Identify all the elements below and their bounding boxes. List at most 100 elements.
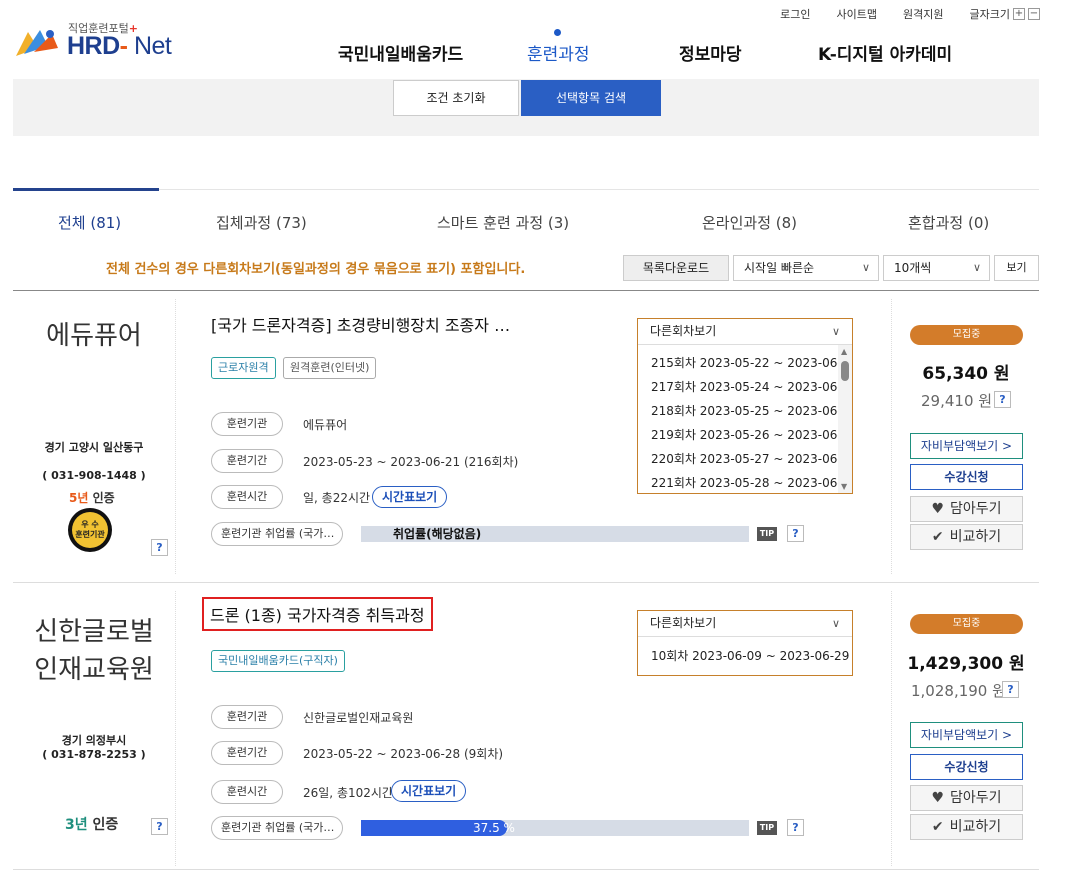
scroll-down-icon[interactable]: ▼ (841, 482, 847, 491)
institution-address: 경기 의정부시 (61, 734, 127, 747)
label-institution: 훈련기관 (211, 412, 283, 436)
value-period: 2023-05-23 ~ 2023-06-21 (216회차) (303, 455, 519, 469)
status-badge: 모집중 (910, 325, 1023, 345)
help-button[interactable]: ? (151, 539, 168, 556)
value-period: 2023-05-22 ~ 2023-06-28 (9회차) (303, 747, 504, 761)
help-button[interactable]: ? (1002, 681, 1019, 698)
nav-item-k-digital[interactable]: K-디지털 아카데미 (818, 40, 952, 65)
round-item[interactable]: 10회차 2023-06-09 ~ 2023-06-29 (638, 644, 852, 668)
tip-badge[interactable]: TIP (757, 821, 777, 835)
tab-all[interactable]: 전체 (81) (58, 212, 121, 233)
apply-button[interactable]: 수강신청 (910, 754, 1023, 780)
nav-item-card[interactable]: 국민내일배움카드 (338, 40, 463, 65)
employment-rate-bar: 취업률(해당없음) (361, 526, 749, 542)
course-card: 에듀퓨어 경기 고양시 일산동구 ( 031-908-1448 ) 5년 인증 … (13, 291, 1039, 582)
card-divider (13, 869, 1039, 870)
certification-badge: 5년 인증 (69, 491, 115, 505)
course-tag: 국민내일배움카드(구직자) (211, 650, 345, 672)
course-title[interactable]: 드론 (1종) 국가자격증 취득과정 (202, 597, 433, 631)
other-rounds-header[interactable]: 다른회차보기 ∨ (638, 611, 852, 637)
round-item[interactable]: 220회차 2023-05-27 ~ 2023-06-25 (638, 447, 852, 471)
heart-icon: ♥ (931, 501, 945, 517)
course-type-tabs: 전체 (81) 집체과정 (73) 스마트 훈련 과정 (3) 온라인과정 (8… (13, 188, 1039, 241)
other-rounds-dropdown[interactable]: 다른회차보기 ∨ 10회차 2023-06-09 ~ 2023-06-29 (637, 610, 853, 676)
self-pay-price: 29,410 원 (921, 392, 993, 410)
sort-select[interactable]: 시작일 빠른순 ∨ (733, 255, 879, 281)
self-pay-button[interactable]: 자비부담액보기 > (910, 433, 1023, 459)
column-divider (891, 591, 892, 866)
apply-button[interactable]: 수강신청 (910, 464, 1023, 490)
round-item[interactable]: 215회차 2023-05-22 ~ 2023-06-20 (638, 351, 852, 375)
rounds-list: 215회차 2023-05-22 ~ 2023-06-20 217회차 2023… (638, 345, 852, 493)
help-button[interactable]: ? (151, 818, 168, 835)
rounds-scrollbar[interactable]: ▲ ▼ (838, 345, 852, 493)
course-title[interactable]: [국가 드론자격증] 초경량비행장치 조종자 … (211, 312, 510, 336)
round-item[interactable]: 219회차 2023-05-26 ~ 2023-06-24 (638, 423, 852, 447)
employment-rate-bar: 37.5 % (361, 820, 749, 836)
value-hours: 26일, 총102시간 (303, 786, 393, 800)
tip-badge[interactable]: TIP (757, 527, 777, 541)
compare-button[interactable]: ✔ 비교하기 (910, 524, 1023, 550)
label-period: 훈련기간 (211, 741, 283, 765)
favorite-button[interactable]: ♥ 담아두기 (910, 785, 1023, 811)
course-card: 신한글로벌 인재교육원 경기 의정부시 ( 031-878-2253 ) 3년 인… (13, 583, 1039, 873)
scroll-thumb[interactable] (841, 361, 849, 381)
other-rounds-dropdown[interactable]: 다른회차보기 ∨ 215회차 2023-05-22 ~ 2023-06-20 21… (637, 318, 853, 494)
list-download-button[interactable]: 목록다운로드 (623, 255, 729, 281)
course-tag: 근로자원격 (211, 357, 276, 379)
sitemap-link[interactable]: 사이트맵 (837, 6, 877, 22)
round-item[interactable]: 221회차 2023-05-28 ~ 2023-06-26 (638, 471, 852, 493)
label-hours: 훈련시간 (211, 485, 283, 509)
timetable-button[interactable]: 시간표보기 (391, 780, 467, 802)
status-badge: 모집중 (910, 614, 1023, 634)
label-employment: 훈련기관 취업률 (국가… (211, 522, 343, 546)
nav-item-courses[interactable]: 훈련과정 (527, 29, 590, 65)
remote-support-link[interactable]: 원격지원 (903, 6, 943, 22)
timetable-button[interactable]: 시간표보기 (372, 486, 448, 508)
font-size-control: 글자크기 + − (970, 6, 1040, 22)
count-notice: 전체 건수의 경우 다른회차보기(동일과정의 경우 묶음으로 표기) 포함입니다… (106, 262, 526, 277)
other-rounds-header[interactable]: 다른회차보기 ∨ (638, 319, 852, 345)
value-institution: 신한글로벌인재교육원 (303, 711, 414, 725)
search-selected-button[interactable]: 선택항목 검색 (521, 80, 661, 116)
nav-item-info[interactable]: 정보마당 (679, 40, 742, 65)
tab-online[interactable]: 온라인과정 (8) (702, 212, 797, 233)
tab-blended[interactable]: 혼합과정 (0) (908, 212, 989, 233)
active-tab-indicator (13, 188, 159, 191)
page-size-select[interactable]: 10개씩 ∨ (883, 255, 990, 281)
reset-conditions-button[interactable]: 조건 초기화 (393, 80, 519, 116)
institution-phone: ( 031-908-1448 ) (42, 469, 146, 482)
help-button[interactable]: ? (787, 525, 804, 542)
font-increase-button[interactable]: + (1013, 8, 1025, 20)
institution-address: 경기 고양시 일산동구 (44, 441, 144, 454)
round-item[interactable]: 217회차 2023-05-24 ~ 2023-06-22 (638, 375, 852, 399)
label-hours: 훈련시간 (211, 780, 283, 804)
tab-classroom[interactable]: 집체과정 (73) (216, 212, 307, 233)
chevron-down-icon: ∨ (861, 261, 870, 274)
label-period: 훈련기간 (211, 449, 283, 473)
check-icon: ✔ (931, 819, 944, 835)
certification-badge: 3년 인증 (65, 817, 119, 833)
course-price: 65,340 원 (922, 364, 1010, 384)
round-item[interactable]: 218회차 2023-05-25 ~ 2023-06-23 (638, 399, 852, 423)
help-button[interactable]: ? (994, 391, 1011, 408)
search-panel: 조건 초기화 선택항목 검색 (13, 79, 1039, 136)
tab-smart[interactable]: 스마트 훈련 과정 (3) (437, 212, 569, 233)
column-divider (175, 299, 176, 574)
institution-name[interactable]: 에듀퓨어 (13, 317, 175, 355)
font-decrease-button[interactable]: − (1028, 8, 1040, 20)
help-button[interactable]: ? (787, 819, 804, 836)
main-nav: 국민내일배움카드 훈련과정 정보마당 K-디지털 아카데미 (0, 29, 1072, 65)
self-pay-button[interactable]: 자비부담액보기 > (910, 722, 1023, 748)
utility-links: 로그인 사이트맵 원격지원 글자크기 + − (780, 6, 1040, 22)
employment-rate-label: 37.5 % (473, 821, 515, 835)
login-link[interactable]: 로그인 (780, 6, 810, 22)
institution-name[interactable]: 신한글로벌 인재교육원 (13, 613, 175, 689)
label-institution: 훈련기관 (211, 705, 283, 729)
compare-button[interactable]: ✔ 비교하기 (910, 814, 1023, 840)
view-button[interactable]: 보기 (994, 255, 1039, 281)
employment-rate-label: 취업률(해당없음) (393, 527, 482, 541)
scroll-up-icon[interactable]: ▲ (841, 347, 847, 356)
favorite-button[interactable]: ♥ 담아두기 (910, 496, 1023, 522)
column-divider (175, 591, 176, 866)
